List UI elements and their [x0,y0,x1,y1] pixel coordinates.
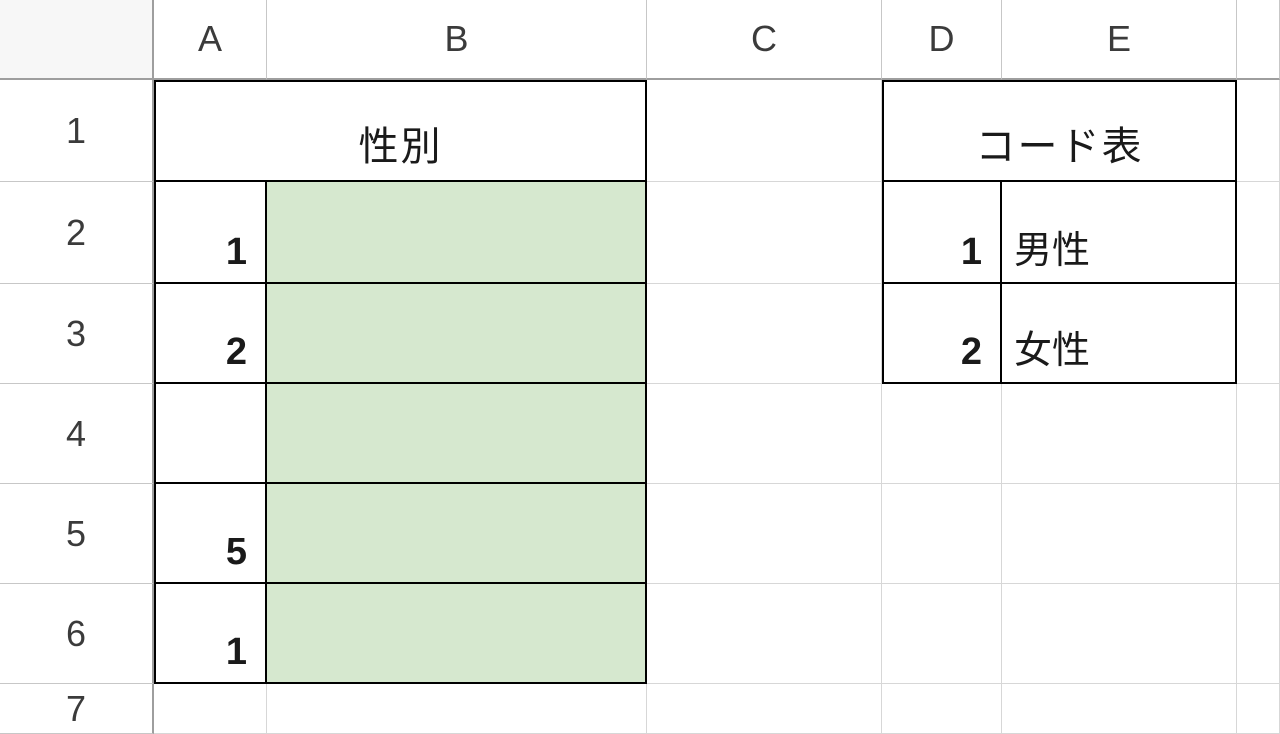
cell-D4[interactable] [882,384,1002,484]
cell-D3[interactable]: 2 [882,284,1002,384]
spreadsheet-grid[interactable]: A B C D E 1 性別 コード表 2 1 1 男性 3 2 2 女性 4 … [0,0,1280,734]
cell-F2[interactable] [1237,182,1280,284]
row-header-7[interactable]: 7 [0,684,154,734]
row-header-2[interactable]: 2 [0,182,154,284]
col-header-D[interactable]: D [882,0,1002,80]
cell-E3[interactable]: 女性 [1002,284,1237,384]
cell-E7[interactable] [1002,684,1237,734]
col-header-B[interactable]: B [267,0,647,80]
cell-C5[interactable] [647,484,882,584]
row-header-3[interactable]: 3 [0,284,154,384]
cell-B4[interactable] [267,384,647,484]
col-header-E[interactable]: E [1002,0,1237,80]
cell-B5[interactable] [267,484,647,584]
cell-C4[interactable] [647,384,882,484]
cell-A6[interactable]: 1 [154,584,267,684]
cell-F7[interactable] [1237,684,1280,734]
cell-B7[interactable] [267,684,647,734]
cell-A5[interactable]: 5 [154,484,267,584]
cell-B3[interactable] [267,284,647,384]
cell-E4[interactable] [1002,384,1237,484]
row-header-5[interactable]: 5 [0,484,154,584]
region1-header-text: 性別 [359,114,443,172]
region2-header-text: コード表 [976,114,1144,172]
cell-F5[interactable] [1237,484,1280,584]
cell-C1[interactable] [647,80,882,182]
cell-E6[interactable] [1002,584,1237,684]
cell-A2[interactable]: 1 [154,182,267,284]
cell-D1E1-merged[interactable]: コード表 [882,80,1237,182]
cell-A3[interactable]: 2 [154,284,267,384]
cell-B2[interactable] [267,182,647,284]
row-header-6[interactable]: 6 [0,584,154,684]
col-header-C[interactable]: C [647,0,882,80]
cell-E2[interactable]: 男性 [1002,182,1237,284]
cell-F3[interactable] [1237,284,1280,384]
row-header-4[interactable]: 4 [0,384,154,484]
cell-C7[interactable] [647,684,882,734]
cell-C6[interactable] [647,584,882,684]
cell-A4[interactable] [154,384,267,484]
row-header-1[interactable]: 1 [0,80,154,182]
cell-F1[interactable] [1237,80,1280,182]
cell-F6[interactable] [1237,584,1280,684]
cell-A1B1-merged[interactable]: 性別 [154,80,647,182]
cell-C2[interactable] [647,182,882,284]
cell-B6[interactable] [267,584,647,684]
cell-A7[interactable] [154,684,267,734]
cell-F4[interactable] [1237,384,1280,484]
col-header-A[interactable]: A [154,0,267,80]
cell-D2[interactable]: 1 [882,182,1002,284]
cell-D6[interactable] [882,584,1002,684]
cell-C3[interactable] [647,284,882,384]
select-all-corner[interactable] [0,0,154,80]
cell-D5[interactable] [882,484,1002,584]
cell-E5[interactable] [1002,484,1237,584]
col-header-spill [1237,0,1280,80]
cell-D7[interactable] [882,684,1002,734]
